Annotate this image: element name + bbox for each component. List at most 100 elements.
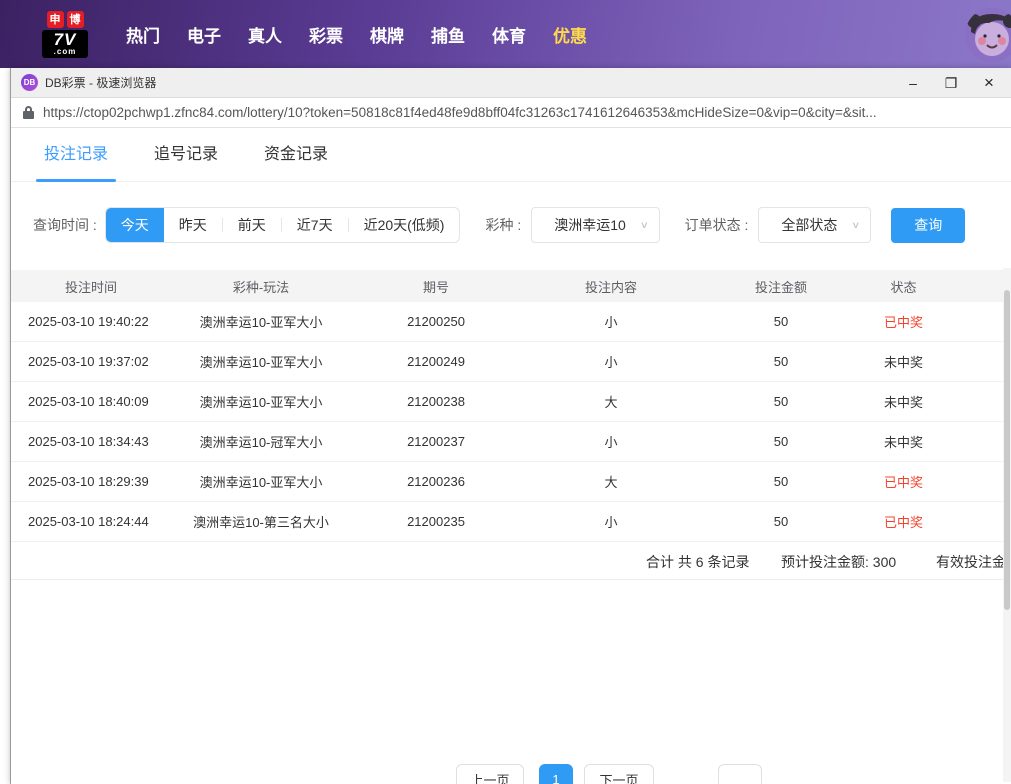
cell-content: 小 xyxy=(521,352,701,371)
cell-issue: 21200237 xyxy=(351,434,521,449)
next-page-button[interactable]: 下一页 xyxy=(584,764,654,784)
logo-badge-bo: 博 xyxy=(67,11,84,28)
cell-amount: 50 xyxy=(701,514,861,529)
status-badge: 未中奖 xyxy=(861,432,946,451)
nav-item-live[interactable]: 真人 xyxy=(248,22,282,47)
logo-7v-text: 7V xyxy=(42,31,88,48)
top-navbar: 申 博 7V .com 热门 电子 真人 彩票 棋牌 捕鱼 体育 优惠 xyxy=(0,0,1011,68)
expected-bet-amount: 预计投注金额: 300 xyxy=(781,552,896,572)
table-row[interactable]: 2025-03-10 19:40:22 澳洲幸运10-亚军大小 21200250… xyxy=(11,302,1004,342)
time-option-20days[interactable]: 近20天(低频) xyxy=(349,207,460,243)
cell-time: 2025-03-10 18:24:44 xyxy=(11,514,171,529)
cell-time: 2025-03-10 18:29:39 xyxy=(11,474,171,489)
table-row[interactable]: 2025-03-10 18:34:43 澳洲幸运10-冠军大小 21200237… xyxy=(11,422,1004,462)
status-badge: 已中奖 xyxy=(861,312,946,331)
time-option-day-before[interactable]: 前天 xyxy=(223,207,281,243)
logo-badge-shen: 申 xyxy=(47,11,64,28)
valid-bet-amount: 有效投注金额 xyxy=(936,552,1011,572)
status-badge: 已中奖 xyxy=(861,512,946,531)
filter-bar: 查询时间 : 今天 昨天 前天 近7天 近20天(低频) 彩种 : 澳洲幸运10… xyxy=(11,207,1011,243)
cell-issue: 21200235 xyxy=(351,514,521,529)
nav-item-chess[interactable]: 棋牌 xyxy=(370,22,404,47)
close-icon[interactable]: × xyxy=(981,74,997,91)
lottery-select[interactable]: 澳洲幸运10 ∨ xyxy=(531,207,659,243)
table-row[interactable]: 2025-03-10 19:37:02 澳洲幸运10-亚军大小 21200249… xyxy=(11,342,1004,382)
cell-content: 小 xyxy=(521,432,701,451)
cell-game: 澳洲幸运10-第三名大小 xyxy=(171,512,351,531)
cell-time: 2025-03-10 18:40:09 xyxy=(11,394,171,409)
order-status-value: 全部状态 xyxy=(781,215,837,235)
cell-game: 澳洲幸运10-亚军大小 xyxy=(171,392,351,411)
nav-item-promotions[interactable]: 优惠 xyxy=(553,22,587,47)
tab-fund-records[interactable]: 资金记录 xyxy=(256,128,336,182)
record-tabs: 投注记录 追号记录 资金记录 xyxy=(11,128,1011,182)
db-favicon-icon: DB xyxy=(21,74,38,91)
cell-amount: 50 xyxy=(701,474,861,489)
browser-window: DB DB彩票 - 极速浏览器 – ❐ × https://ctop02pchw… xyxy=(10,68,1011,784)
header-bet-time: 投注时间 xyxy=(11,277,171,296)
status-badge: 未中奖 xyxy=(861,392,946,411)
time-option-7days[interactable]: 近7天 xyxy=(282,207,348,243)
chevron-down-icon: ∨ xyxy=(851,219,860,230)
avatar-image xyxy=(965,8,1011,62)
tab-chase-records[interactable]: 追号记录 xyxy=(146,128,226,182)
table-row[interactable]: 2025-03-10 18:40:09 澳洲幸运10-亚军大小 21200238… xyxy=(11,382,1004,422)
table-row[interactable]: 2025-03-10 18:29:39 澳洲幸运10-亚军大小 21200236… xyxy=(11,462,1004,502)
status-filter-label: 订单状态 : xyxy=(685,215,749,235)
logo-com-text: .com xyxy=(42,48,88,56)
page-jump-box[interactable] xyxy=(718,764,762,784)
status-badge: 未中奖 xyxy=(861,352,946,371)
cell-game: 澳洲幸运10-冠军大小 xyxy=(171,432,351,451)
nav-item-hot[interactable]: 热门 xyxy=(126,22,160,47)
nav-item-lottery[interactable]: 彩票 xyxy=(309,22,343,47)
nav-item-sports[interactable]: 体育 xyxy=(492,22,526,47)
window-controls: – ❐ × xyxy=(905,74,1001,91)
time-option-today[interactable]: 今天 xyxy=(106,207,164,243)
logo-main: 7V .com xyxy=(42,30,88,58)
maximize-icon[interactable]: ❐ xyxy=(943,76,959,90)
time-range-segmented-control: 今天 昨天 前天 近7天 近20天(低频) xyxy=(105,207,461,243)
cell-content: 大 xyxy=(521,392,701,411)
cell-amount: 50 xyxy=(701,314,861,329)
current-page-button[interactable]: 1 xyxy=(539,764,573,784)
time-option-yesterday[interactable]: 昨天 xyxy=(164,207,222,243)
url-text[interactable]: https://ctop02pchwp1.zfnc84.com/lottery/… xyxy=(43,105,877,120)
cell-issue: 21200249 xyxy=(351,354,521,369)
table-row[interactable]: 2025-03-10 18:24:44 澳洲幸运10-第三名大小 2120023… xyxy=(11,502,1004,542)
order-status-select[interactable]: 全部状态 ∨ xyxy=(758,207,871,243)
lottery-select-value: 澳洲幸运10 xyxy=(554,215,626,235)
user-avatar[interactable] xyxy=(965,8,1011,62)
table-header-row: 投注时间 彩种-玩法 期号 投注内容 投注金额 状态 xyxy=(11,270,1004,302)
table-summary-row: 合计 共 6 条记录 预计投注金额: 300 有效投注金额 xyxy=(11,542,1004,580)
chevron-down-icon: ∨ xyxy=(640,219,649,230)
header-game-play: 彩种-玩法 xyxy=(171,277,351,296)
tab-bet-records[interactable]: 投注记录 xyxy=(36,128,116,182)
cell-issue: 21200250 xyxy=(351,314,521,329)
scrollbar-thumb[interactable] xyxy=(1004,290,1010,610)
record-count-summary: 合计 共 6 条记录 xyxy=(646,552,749,572)
query-button[interactable]: 查询 xyxy=(891,208,965,243)
cell-content: 大 xyxy=(521,472,701,491)
window-titlebar[interactable]: DB DB彩票 - 极速浏览器 – ❐ × xyxy=(11,68,1011,98)
cell-game: 澳洲幸运10-亚军大小 xyxy=(171,352,351,371)
cell-amount: 50 xyxy=(701,394,861,409)
prev-page-button[interactable]: 上一页 xyxy=(456,764,524,784)
vertical-scrollbar[interactable] xyxy=(1003,268,1011,782)
cell-time: 2025-03-10 18:34:43 xyxy=(11,434,171,449)
cell-game: 澳洲幸运10-亚军大小 xyxy=(171,472,351,491)
bet-records-table: 投注时间 彩种-玩法 期号 投注内容 投注金额 状态 2025-03-10 19… xyxy=(11,270,1004,542)
cell-issue: 21200236 xyxy=(351,474,521,489)
nav-item-fishing[interactable]: 捕鱼 xyxy=(431,22,465,47)
nav-item-electronic[interactable]: 电子 xyxy=(187,22,221,47)
header-issue: 期号 xyxy=(351,277,521,296)
cell-content: 小 xyxy=(521,512,701,531)
minimize-icon[interactable]: – xyxy=(905,76,921,90)
time-filter-label: 查询时间 : xyxy=(33,215,97,235)
address-bar[interactable]: https://ctop02pchwp1.zfnc84.com/lottery/… xyxy=(11,98,1011,128)
cell-game: 澳洲幸运10-亚军大小 xyxy=(171,312,351,331)
site-logo[interactable]: 申 博 7V .com xyxy=(40,11,90,58)
cell-issue: 21200238 xyxy=(351,394,521,409)
cell-time: 2025-03-10 19:40:22 xyxy=(11,314,171,329)
cell-amount: 50 xyxy=(701,354,861,369)
cell-content: 小 xyxy=(521,312,701,331)
